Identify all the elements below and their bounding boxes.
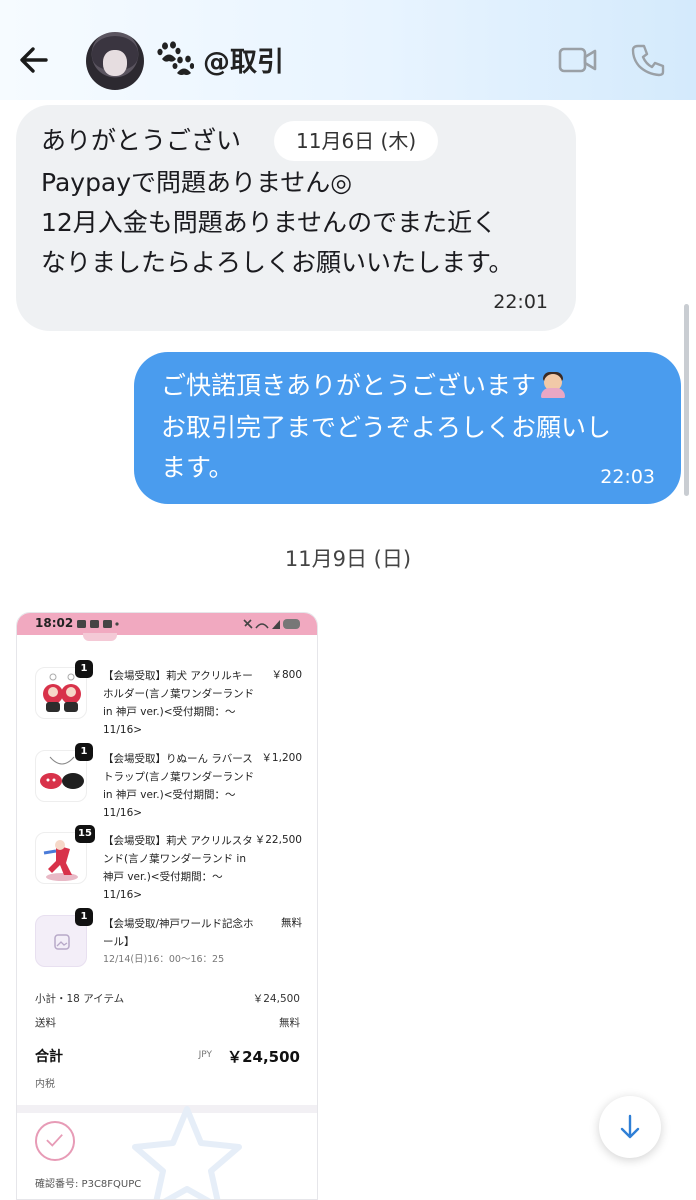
chat-header: @取引	[0, 0, 696, 100]
message-time: 22:01	[493, 291, 548, 313]
item-name: 【会場受取】りぬーん ラバーストラップ(言ノ葉ワンダーランド in 神戸 ver…	[103, 753, 255, 819]
notification-icons	[77, 620, 119, 628]
item-time-slot: 12/14(日)16：00〜16：25	[103, 954, 225, 965]
item-price: 無料	[281, 917, 302, 929]
chat-title: @取引	[203, 47, 284, 78]
message-line: Paypayで問題ありません◎	[41, 168, 353, 197]
confirmation-number: 確認番号: P3C8FQUPC	[35, 1179, 142, 1190]
date-separator: 11月9日 (日)	[284, 547, 412, 571]
incoming-message-bubble[interactable]: ありがとうござい 11月6日 (木) Paypayで問題ありません◎ 12月入金…	[16, 105, 576, 331]
tax-note: 内税	[35, 1079, 55, 1090]
bowing-person-emoji-icon	[540, 372, 566, 398]
subtotal-value: ￥24,500	[252, 993, 300, 1005]
item-name: 【会場受取/神戸ワールド記念ホール】	[103, 918, 254, 948]
date-chip: 11月6日 (木)	[274, 121, 439, 161]
message-text: ご快諾頂きありがとうございます	[161, 371, 537, 400]
paw-prints-icon	[157, 41, 194, 75]
item-price: ￥22,500	[254, 834, 302, 846]
quantity-badge: 15	[75, 825, 95, 843]
image-status-time: 18:02	[35, 616, 74, 630]
message-line: ご快諾頂きありがとうございます	[161, 368, 566, 404]
phone-icon[interactable]	[630, 42, 666, 78]
scrollbar[interactable]	[684, 304, 689, 496]
quantity-badge: 1	[75, 908, 93, 926]
scroll-to-bottom-button[interactable]	[599, 1096, 661, 1158]
item-price: ￥1,200	[261, 752, 302, 764]
message-time: 22:03	[600, 466, 655, 488]
total-row: 合計 JPY ￥24,500	[35, 1046, 300, 1066]
quantity-badge: 1	[75, 743, 93, 761]
quantity-badge: 1	[75, 660, 93, 678]
item-name: 【会場受取】莉犬 アクリルキーホルダー(言ノ葉ワンダーランド in 神戸 ver…	[103, 670, 255, 736]
message-line: ます。	[161, 453, 234, 482]
avatar[interactable]	[86, 32, 144, 90]
check-circle-icon	[35, 1121, 75, 1161]
total-label: 合計	[35, 1049, 63, 1065]
shipping-value: 無料	[279, 1017, 300, 1029]
message-line: 12月入金も問題ありませんのでまた近く	[41, 208, 498, 237]
back-arrow-icon[interactable]	[16, 42, 56, 78]
outgoing-message-bubble[interactable]: ご快諾頂きありがとうございます お取引完了までどうぞよろしくお願いし ます。 2…	[134, 352, 681, 504]
shipping-row: 送料 無料	[35, 1015, 300, 1030]
signal-battery-icons	[243, 619, 300, 629]
item-price: ￥800	[271, 669, 302, 681]
message-line: なりましたらよろしくお願いいたします。	[41, 248, 514, 277]
total-value: ￥24,500	[227, 1048, 300, 1066]
star-watermark-icon	[132, 1106, 242, 1199]
subtotal-row: 小計・18 アイテム ￥24,500	[35, 991, 300, 1006]
arrow-down-icon	[620, 1114, 640, 1139]
shared-image-message[interactable]: 18:02 1 【会場受取】莉犬 アクリルキーホルダー(言ノ葉ワンダーランド i…	[16, 612, 318, 1200]
total-currency: JPY	[198, 1050, 212, 1060]
message-line: お取引完了までどうぞよろしくお願いし	[161, 413, 612, 442]
message-line: ありがとうござい	[41, 126, 242, 155]
subtotal-label: 小計・18 アイテム	[35, 993, 125, 1005]
image-status-bar: 18:02	[17, 613, 317, 635]
shipping-label: 送料	[35, 1017, 56, 1029]
item-name: 【会場受取】莉犬 アクリルスタンド(言ノ葉ワンダーランド in 神戸 ver.)…	[103, 835, 253, 901]
video-camera-icon[interactable]	[558, 44, 598, 76]
